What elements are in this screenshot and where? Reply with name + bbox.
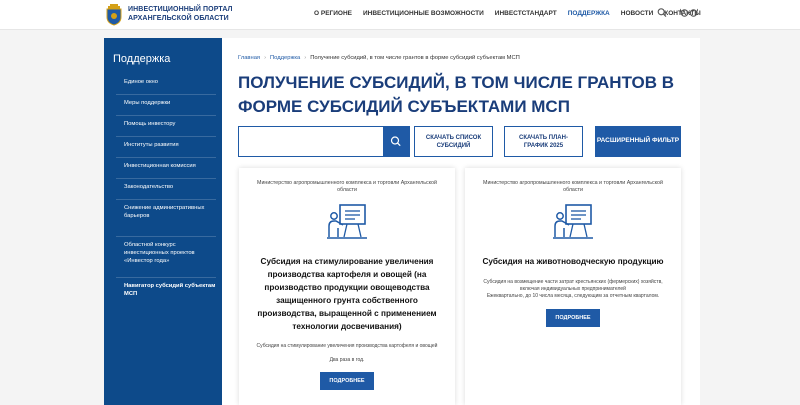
nav-investstandard[interactable]: ИНВЕСТСТАНДАРТ	[495, 10, 557, 17]
breadcrumb-support[interactable]: Поддержка	[270, 55, 300, 61]
advanced-filter-button[interactable]: РАСШИРЕННЫЙ ФИЛЬТР	[595, 126, 681, 157]
sidebar-item-label: Институты развития	[124, 142, 179, 148]
card-ministry: Министерство агропромышленного комплекса…	[483, 180, 663, 193]
sidebar-item-development-institutes[interactable]: Институты развития	[116, 141, 216, 158]
download-subsidy-list-button[interactable]: СКАЧАТЬ СПИСОК СУБСИДИЙ	[414, 126, 493, 157]
card-description: Субсидия на возмещение части затрат крес…	[483, 279, 663, 292]
breadcrumb-separator: ›	[304, 55, 307, 61]
nav-news[interactable]: НОВОСТИ	[621, 10, 654, 17]
sidebar-item-label: Помощь инвестору	[124, 121, 176, 127]
sidebar-item-investor-of-year[interactable]: Областной конкурс инвестиционных проекто…	[116, 241, 216, 278]
sidebar-item-label: Областной конкурс инвестиционных проекто…	[124, 242, 195, 264]
sidebar: Поддержка Единое окно Меры поддержки Пом…	[104, 38, 222, 405]
nav-investment-opportunities[interactable]: ИНВЕСТИЦИОННЫЕ ВОЗМОЖНОСТИ	[363, 10, 484, 17]
page-title: ПОЛУЧЕНИЕ СУБСИДИЙ, В ТОМ ЧИСЛЕ ГРАНТОВ …	[238, 73, 675, 116]
card-description: Субсидия на стимулирование увеличения пр…	[256, 343, 438, 349]
breadcrumb-separator: ›	[264, 55, 267, 61]
logo-line-2: АРХАНГЕЛЬСКОЙ ОБЛАСТИ	[128, 15, 229, 22]
download-schedule-button[interactable]: СКАЧАТЬ ПЛАН-ГРАФИК 2025	[504, 126, 583, 157]
breadcrumb: Главная › Поддержка › Получение субсидий, в …	[238, 55, 520, 61]
card-details-button[interactable]: ПОДРОБНЕЕ	[546, 309, 600, 327]
presentation-icon	[553, 204, 593, 239]
card-frequency: Ежеквартально, до 10 числа месяца, следу…	[486, 293, 660, 299]
card-title[interactable]: Субсидия на стимулирование увеличения пр…	[253, 255, 441, 333]
logo-line-1: ИНВЕСТИЦИОННЫЙ ПОРТАЛ	[128, 6, 233, 13]
glasses-icon[interactable]	[680, 8, 698, 17]
sidebar-item-investment-commission[interactable]: Инвестиционная комиссия	[116, 162, 216, 179]
search-icon[interactable]	[657, 7, 667, 19]
sidebar-item-label: Законодательство	[124, 184, 174, 190]
coat-of-arms-icon[interactable]	[104, 3, 124, 26]
nav-support[interactable]: ПОДДЕРЖКА	[568, 10, 610, 17]
nav-about-region[interactable]: О РЕГИОНЕ	[314, 10, 352, 17]
sidebar-item-label: Инвестиционная комиссия	[124, 163, 196, 169]
sidebar-item-label: Навигатор субсидий субъектам МСП	[124, 283, 216, 297]
card-frequency: Два раза в год.	[329, 357, 365, 363]
card-details-button[interactable]: ПОДРОБНЕЕ	[320, 372, 374, 390]
sidebar-title: Поддержка	[113, 53, 171, 65]
sidebar-item-legislation[interactable]: Законодательство	[116, 183, 216, 200]
main-content: Главная › Поддержка › Получение субсидий, в …	[222, 38, 700, 405]
presentation-icon	[327, 204, 367, 239]
search-button[interactable]	[383, 127, 409, 156]
site-header: ИНВЕСТИЦИОННЫЙ ПОРТАЛ АРХАНГЕЛЬСКОЙ ОБЛА…	[0, 0, 800, 30]
breadcrumb-current: Получение субсидий, в том числе грантов …	[310, 55, 520, 61]
search-box	[238, 126, 410, 157]
subsidy-card: Министерство агропромышленного комплекса…	[239, 168, 455, 405]
sidebar-item-support-measures[interactable]: Меры поддержки	[116, 99, 216, 116]
card-ministry: Министерство агропромышленного комплекса…	[257, 180, 437, 193]
sidebar-item-investor-help[interactable]: Помощь инвестору	[116, 120, 216, 137]
search-input[interactable]	[239, 127, 384, 156]
sidebar-item-label: Снижение административных барьеров	[124, 205, 205, 219]
sidebar-item-reducing-barriers[interactable]: Снижение административных барьеров	[116, 204, 216, 237]
sidebar-item-subsidy-navigator[interactable]: Навигатор субсидий субъектам МСП	[116, 282, 216, 307]
logo-text[interactable]: ИНВЕСТИЦИОННЫЙ ПОРТАЛ АРХАНГЕЛЬСКОЙ ОБЛА…	[128, 5, 233, 23]
sidebar-item-label: Единое окно	[124, 79, 158, 85]
subsidy-card: Министерство агропромышленного комплекса…	[465, 168, 681, 405]
card-title[interactable]: Субсидия на животноводческую продукцию	[479, 255, 667, 268]
breadcrumb-home[interactable]: Главная	[238, 55, 260, 61]
sidebar-item-single-window[interactable]: Единое окно	[116, 78, 216, 95]
sidebar-item-label: Меры поддержки	[124, 100, 171, 106]
search-icon	[390, 136, 401, 147]
main-nav: О РЕГИОНЕ ИНВЕСТИЦИОННЫЕ ВОЗМОЖНОСТИ ИНВ…	[314, 10, 712, 17]
